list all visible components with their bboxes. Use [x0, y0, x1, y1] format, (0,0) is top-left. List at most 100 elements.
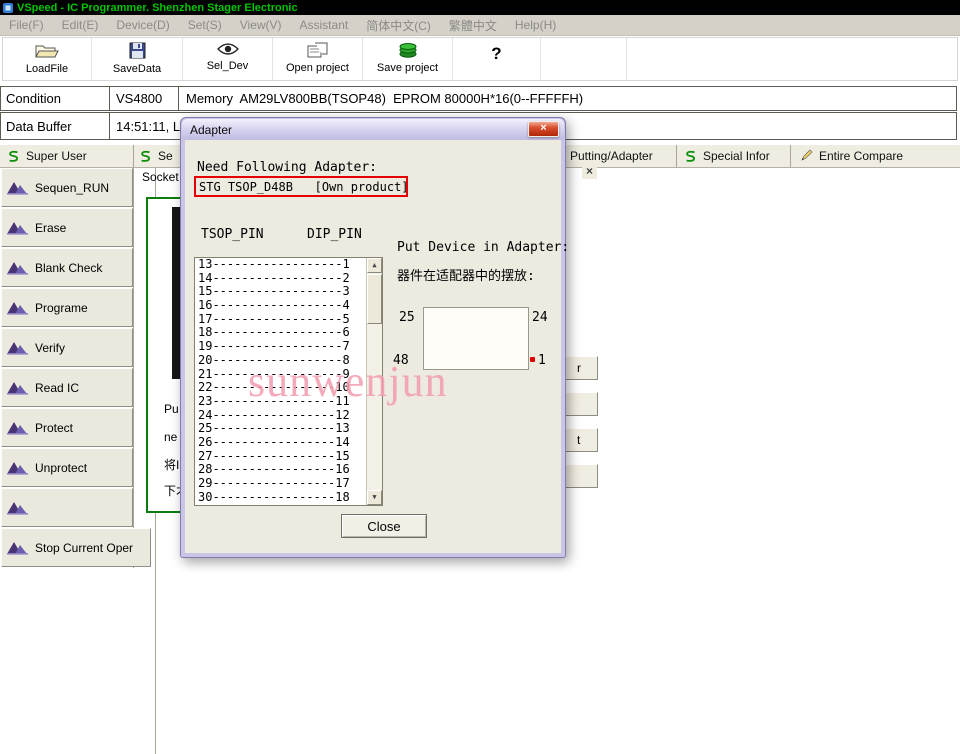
data-buffer-label: Data Buffer	[6, 113, 72, 139]
save-data-icon	[129, 42, 146, 59]
sidebar-button-read-ic[interactable]: Read IC	[1, 368, 133, 407]
put-device-label-cn: 器件在适配器中的摆放:	[397, 265, 535, 284]
super-user-header: Super User	[7, 145, 87, 167]
help-button[interactable]: ?	[453, 38, 541, 80]
tab-entire-compare[interactable]: Entire Compare	[799, 145, 903, 167]
chip-pin-24: 24	[532, 310, 548, 325]
savedata-label: SaveData	[113, 63, 161, 75]
open-project-button[interactable]: Open project	[273, 38, 363, 80]
save-project-button[interactable]: Save project	[363, 38, 453, 80]
menu-simplified-chinese[interactable]: 简体中文(C)	[357, 17, 440, 34]
divider	[133, 145, 134, 167]
scroll-thumb[interactable]	[367, 274, 382, 324]
toolbar-empty-cell	[541, 38, 627, 80]
operation-icon	[6, 500, 30, 515]
menu-help[interactable]: Help(H)	[506, 18, 565, 32]
watermark-text: sunwenjun	[248, 356, 448, 407]
put-device-label-en: Put Device in Adapter:	[397, 240, 569, 255]
select-device-icon	[217, 42, 239, 56]
menu-set[interactable]: Set(S)	[179, 18, 231, 32]
tab-partial[interactable]: Se	[139, 145, 173, 167]
menu-view[interactable]: View(V)	[231, 18, 291, 32]
adapter-name: STG TSOP_D48B [Own product]	[199, 180, 409, 194]
savedata-button[interactable]: SaveData	[92, 38, 183, 80]
menu-edit[interactable]: Edit(E)	[53, 18, 108, 32]
adapter-dialog-title: Adapter	[190, 123, 232, 137]
divider	[109, 113, 110, 139]
operation-icon	[6, 420, 30, 435]
need-adapter-label: Need Following Adapter:	[197, 160, 377, 175]
pin-row[interactable]: 27-----------------15	[195, 450, 366, 464]
pin-row[interactable]: 26-----------------14	[195, 436, 366, 450]
operation-icon	[6, 380, 30, 395]
condition-device: VS4800	[116, 87, 162, 110]
sidebar-button-label: Erase	[35, 221, 66, 235]
pin-row[interactable]: 14------------------2	[195, 272, 366, 286]
pin-row[interactable]: 17------------------5	[195, 313, 366, 327]
stager-logo-icon	[139, 150, 152, 163]
pin-row[interactable]: 28-----------------16	[195, 463, 366, 477]
divider	[109, 87, 110, 110]
divider	[178, 87, 179, 110]
stager-logo-icon	[684, 150, 697, 163]
sidebar-button-label: Read IC	[35, 381, 79, 395]
tab-putting-adapter-label: Putting/Adapter	[570, 149, 653, 163]
sidebar-button-label: Protect	[35, 421, 73, 435]
menu-file[interactable]: File(F)	[0, 18, 53, 32]
sidebar-button-stop-current-oper[interactable]: Stop Current Oper	[1, 528, 151, 567]
pencil-icon	[799, 149, 813, 163]
menu-assistant[interactable]: Assistant	[291, 18, 358, 32]
sidebar-button-verify[interactable]: Verify	[1, 328, 133, 367]
panel-close-icon[interactable]: ×	[582, 164, 597, 179]
window-title: VSpeed - IC Programmer. Shenzhen Stager …	[17, 2, 298, 14]
pin-row[interactable]: 13------------------1	[195, 258, 366, 272]
adapter-dialog-titlebar[interactable]: Adapter	[182, 119, 564, 140]
sidebar-button-unprotect[interactable]: Unprotect	[1, 448, 133, 487]
sidebar-button-label: Verify	[35, 341, 65, 355]
loadfile-button[interactable]: LoadFile	[3, 38, 92, 80]
sidebar-button-erase[interactable]: Erase	[1, 208, 133, 247]
sidebar-button-programe[interactable]: Programe	[1, 288, 133, 327]
pin-row[interactable]: 19------------------7	[195, 340, 366, 354]
dip-pin-header: DIP_PIN	[307, 227, 362, 242]
pin-row[interactable]: 29-----------------17	[195, 477, 366, 491]
toolbar: LoadFile SaveData Sel_Dev Open project S…	[2, 37, 958, 81]
loadfile-label: LoadFile	[26, 63, 68, 75]
pin-row[interactable]: 25-----------------13	[195, 422, 366, 436]
open-project-icon	[307, 42, 329, 58]
dialog-close-button[interactable]: ×	[528, 121, 559, 137]
adapter-name-highlight: STG TSOP_D48B [Own product]	[194, 176, 408, 197]
sidebar-button-label: Stop Current Oper	[35, 541, 133, 555]
pin-row[interactable]: 15------------------3	[195, 285, 366, 299]
pin1-marker	[530, 357, 535, 362]
operation-icon	[6, 460, 30, 475]
socket-group-label: Socket	[142, 170, 179, 184]
scroll-down-button[interactable]: ▼	[367, 490, 382, 505]
pin-row[interactable]: 30-----------------18	[195, 491, 366, 505]
sidebar-inner-divider	[133, 168, 134, 568]
save-project-icon	[398, 42, 418, 58]
menu-device[interactable]: Device(D)	[107, 18, 178, 32]
tab-special-infor-label: Special Infor	[703, 149, 770, 163]
tab-entire-compare-label: Entire Compare	[819, 149, 903, 163]
close-button[interactable]: Close	[341, 514, 427, 538]
operation-icon	[6, 540, 30, 555]
toolbar-spacer	[627, 38, 957, 80]
sidebar-button-sequen-run[interactable]: Sequen_RUN	[1, 168, 133, 207]
scroll-up-button[interactable]: ▲	[367, 258, 382, 273]
pin-row[interactable]: 24-----------------12	[195, 409, 366, 423]
divider	[790, 145, 791, 167]
sidebar-button-blank-check[interactable]: Blank Check	[1, 248, 133, 287]
tsop-pin-header: TSOP_PIN	[201, 227, 264, 242]
tab-special-infor[interactable]: Special Infor	[684, 145, 770, 167]
application-window: VSpeed - IC Programmer. Shenzhen Stager …	[0, 0, 960, 754]
pin-row[interactable]: 18------------------6	[195, 326, 366, 340]
sidebar-button-blank[interactable]	[1, 488, 133, 527]
menubar: File(F) Edit(E) Device(D) Set(S) View(V)…	[0, 15, 960, 36]
select-device-button[interactable]: Sel_Dev	[183, 38, 273, 80]
select-device-label: Sel_Dev	[207, 60, 249, 72]
sidebar-button-protect[interactable]: Protect	[1, 408, 133, 447]
pin-row[interactable]: 16------------------4	[195, 299, 366, 313]
sidebar-button-label: Unprotect	[35, 461, 87, 475]
menu-traditional-chinese[interactable]: 繁體中文	[440, 17, 506, 34]
